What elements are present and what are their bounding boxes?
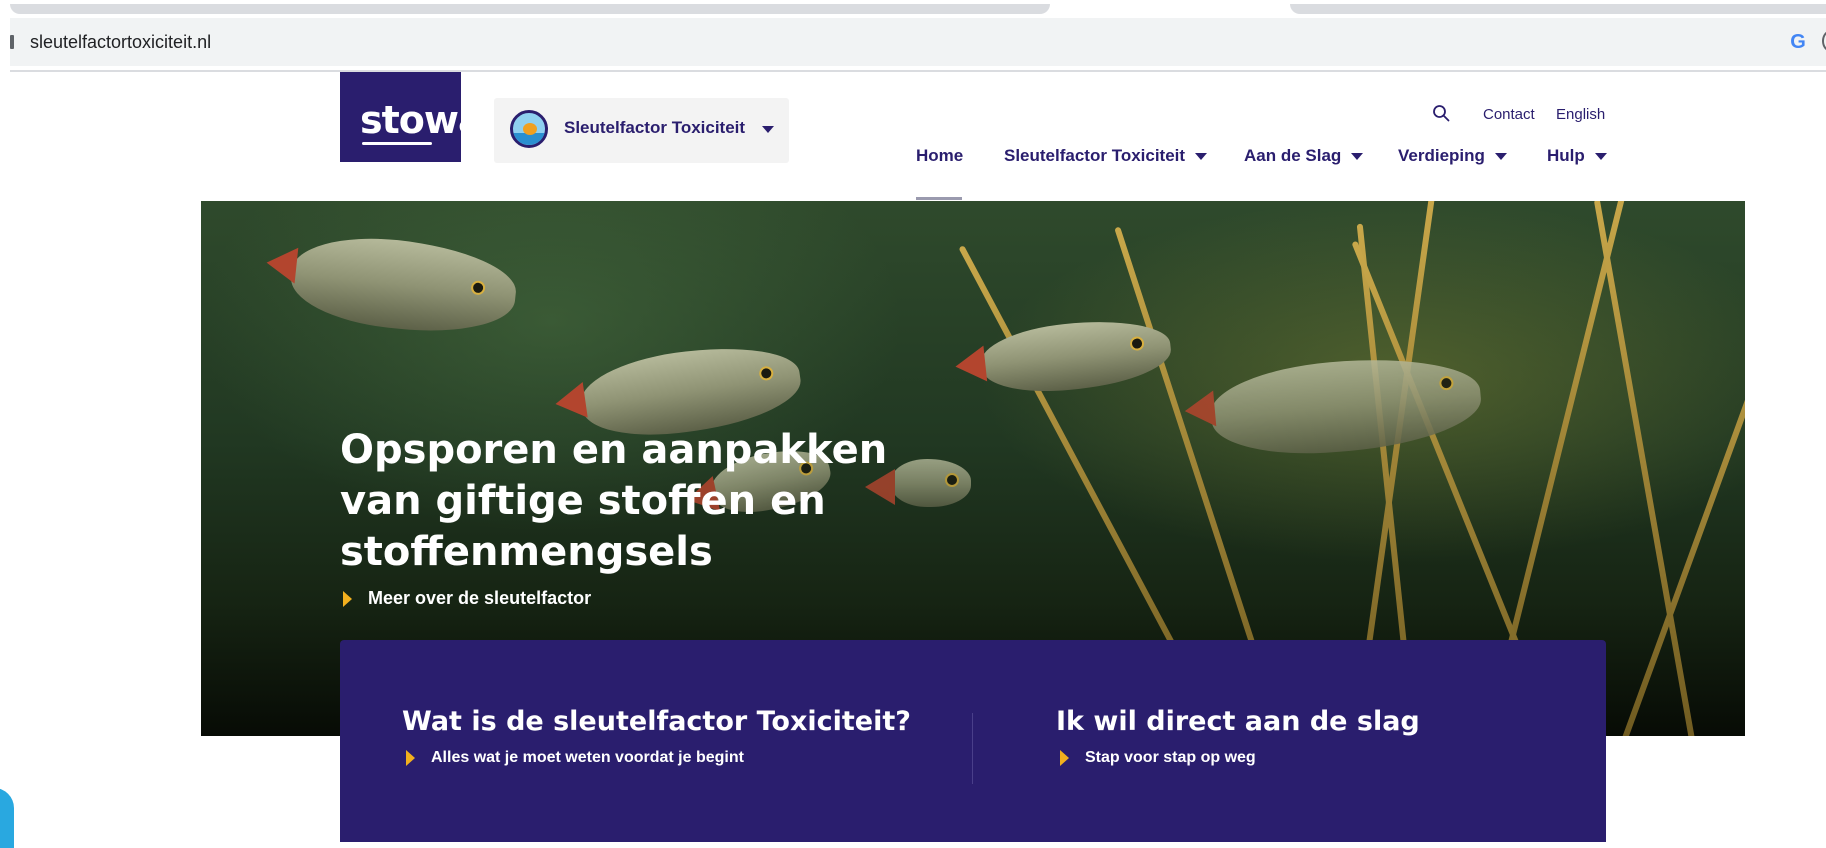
browser-tabstrip (0, 0, 1826, 18)
chevron-down-icon (1351, 153, 1364, 161)
google-icon[interactable]: G (1786, 30, 1810, 54)
nav-label: Home (916, 146, 964, 165)
plant (1593, 201, 1697, 736)
nav-active-indicator (916, 197, 962, 200)
arrow-right-icon (1060, 749, 1069, 766)
nav-label: Aan de Slag (1244, 146, 1342, 165)
nav-sleutelfactor-toxiciteit[interactable]: Sleutelfactor Toxiciteit (1004, 146, 1208, 166)
desktop-icon-fragment (0, 788, 14, 848)
cta-what-is: Wat is de sleutelfactor Toxiciteit? Alle… (402, 706, 911, 767)
nav-label: Verdieping (1398, 146, 1485, 165)
cta-heading[interactable]: Ik wil direct aan de slag (1056, 706, 1420, 737)
site-emblem-icon (510, 110, 548, 148)
nav-home[interactable]: Home (916, 146, 963, 166)
browser-tab[interactable] (10, 4, 1050, 14)
site-switcher[interactable]: Sleutelfactor Toxiciteit (494, 98, 789, 163)
hero-link-label: Meer over de sleutelfactor (368, 588, 592, 608)
chrome-divider (10, 70, 1826, 72)
cta-heading[interactable]: Wat is de sleutelfactor Toxiciteit? (402, 706, 911, 737)
site-info-icon[interactable] (10, 35, 14, 49)
cta-link-label: Stap voor stap op weg (1085, 749, 1256, 766)
lens-icon[interactable] (1822, 30, 1826, 52)
arrow-right-icon (343, 591, 352, 608)
hero-more-link[interactable]: Meer over de sleutelfactor (343, 588, 591, 609)
stowa-logo[interactable]: stowa (340, 72, 484, 162)
cta-panel: Wat is de sleutelfactor Toxiciteit? Alle… (340, 640, 1606, 842)
nav-verdieping[interactable]: Verdieping (1398, 146, 1507, 166)
contact-link[interactable]: Contact (1483, 106, 1535, 123)
plant (1621, 270, 1745, 736)
cta-start: Ik wil direct aan de slag Stap voor stap… (1056, 706, 1420, 767)
chevron-down-icon (1195, 153, 1208, 161)
logo-text: stowa (360, 98, 484, 142)
panel-divider (972, 713, 973, 784)
address-bar[interactable]: sleutelfactortoxiciteit.nl G (10, 18, 1826, 66)
cta-link[interactable]: Stap voor stap op weg (1056, 749, 1420, 767)
chevron-down-icon (1494, 153, 1507, 161)
search-icon[interactable] (1432, 104, 1450, 122)
site-switcher-label: Sleutelfactor Toxiciteit (564, 118, 746, 137)
browser-tab[interactable] (1290, 4, 1826, 14)
chevron-down-icon (762, 126, 774, 133)
english-link[interactable]: English (1556, 106, 1605, 123)
arrow-right-icon (406, 749, 415, 766)
cta-link-label: Alles wat je moet weten voordat je begin… (431, 749, 744, 766)
nav-label: Sleutelfactor Toxiciteit (1004, 146, 1186, 165)
nav-aan-de-slag[interactable]: Aan de Slag (1244, 146, 1364, 166)
url-text[interactable]: sleutelfactortoxiciteit.nl (30, 32, 211, 53)
hero-title: Opsporen en aanpakken van giftige stoffe… (340, 427, 888, 575)
nav-label: Hulp (1547, 146, 1585, 165)
logo-underline (362, 142, 432, 145)
nav-hulp[interactable]: Hulp (1547, 146, 1607, 166)
fish-image (953, 313, 1174, 399)
cta-link[interactable]: Alles wat je moet weten voordat je begin… (402, 749, 911, 767)
fish-image (1183, 349, 1485, 463)
fish-image (264, 229, 520, 341)
chevron-down-icon (1594, 153, 1607, 161)
